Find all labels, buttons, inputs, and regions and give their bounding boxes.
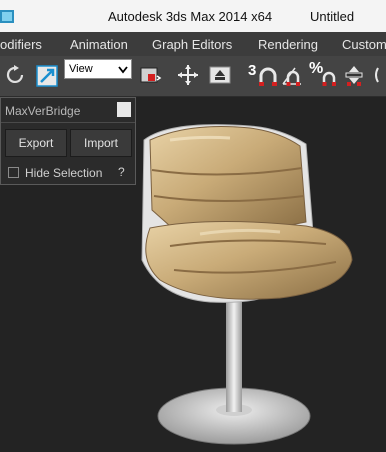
menu-modifiers[interactable]: odifiers bbox=[0, 37, 42, 52]
pivot-center-icon[interactable] bbox=[138, 62, 162, 88]
hide-selection-checkbox[interactable] bbox=[8, 167, 19, 178]
reference-coordinate-dropdown[interactable]: View bbox=[64, 59, 132, 79]
panel-divider bbox=[1, 122, 135, 123]
refresh-icon[interactable] bbox=[4, 62, 28, 88]
named-selection-icon[interactable] bbox=[372, 62, 386, 88]
help-button[interactable]: ? bbox=[118, 165, 125, 179]
window-title: Autodesk 3ds Max 2014 x64 bbox=[108, 9, 273, 24]
main-toolbar bbox=[0, 56, 386, 97]
keyboard-override-icon[interactable] bbox=[208, 62, 232, 88]
spinner-snap-icon[interactable] bbox=[342, 62, 366, 88]
menu-rendering[interactable]: Rendering bbox=[258, 37, 318, 52]
select-scale-icon[interactable] bbox=[35, 62, 59, 88]
import-button[interactable]: Import bbox=[70, 129, 132, 157]
move-icon[interactable] bbox=[176, 62, 200, 88]
window-titlebar: Autodesk 3ds Max 2014 x64 Untitled bbox=[0, 0, 386, 32]
reference-coordinate-value: View bbox=[69, 63, 93, 75]
angle-snap-icon[interactable] bbox=[280, 62, 304, 88]
menu-bar: odifiers Animation Graph Editors Renderi… bbox=[0, 32, 386, 57]
hide-selection-label: Hide Selection bbox=[25, 166, 103, 180]
panel-title: MaxVerBridge bbox=[5, 104, 81, 118]
snap-magnet-icon[interactable] bbox=[256, 62, 280, 88]
percent-snap-symbol: % bbox=[309, 60, 324, 77]
export-button[interactable]: Export bbox=[5, 129, 67, 157]
angle-snap-number: 3 bbox=[248, 62, 257, 79]
document-name: Untitled bbox=[310, 9, 355, 24]
app-icon[interactable] bbox=[0, 8, 14, 24]
chevron-down-icon bbox=[118, 66, 128, 74]
chair-model[interactable] bbox=[130, 110, 386, 452]
menu-graph-editors[interactable]: Graph Editors bbox=[152, 37, 232, 52]
menu-customize[interactable]: Custom bbox=[342, 37, 386, 52]
close-icon[interactable] bbox=[117, 102, 131, 117]
menu-animation[interactable]: Animation bbox=[70, 37, 128, 52]
